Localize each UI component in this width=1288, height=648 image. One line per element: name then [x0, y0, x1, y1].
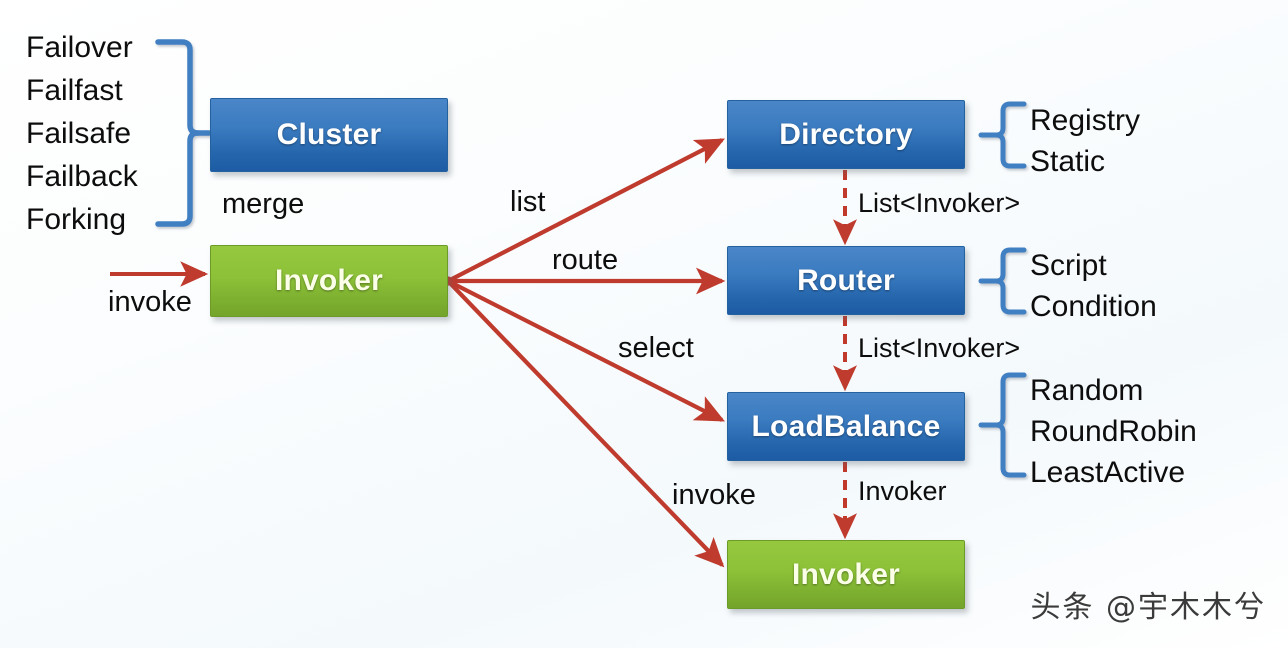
router-impl-item: Script: [1030, 249, 1107, 282]
directory-impl-item: Static: [1030, 145, 1106, 178]
node-cluster-label: Cluster: [276, 118, 382, 151]
edge-label-invoke-in: invoke: [108, 286, 192, 318]
edge-label-invoker-result: Invoker: [858, 476, 947, 506]
node-directory-label: Directory: [779, 117, 913, 151]
cluster-strategy-item: Failover: [26, 31, 133, 64]
left-brace-icon: [155, 39, 212, 227]
watermark: 头条 @宇木木兮: [1030, 590, 1266, 625]
router-impl-item: Condition: [1030, 290, 1157, 323]
node-router-label: Router: [797, 263, 895, 297]
edge-label-list-invoker-router: List<Invoker>: [858, 333, 1021, 363]
loadbalance-impl-list: Random RoundRobin LeastActive: [1030, 370, 1197, 493]
loadbalance-brace-icon: [978, 372, 1027, 478]
edge-label-select: select: [618, 332, 694, 364]
cluster-strategy-item: Failback: [26, 160, 138, 193]
router-impl-list: Script Condition: [1030, 245, 1157, 327]
node-loadbalance[interactable]: LoadBalance: [727, 392, 965, 461]
node-loadbalance-label: LoadBalance: [751, 409, 941, 443]
node-invoker-target-label: Invoker: [791, 557, 901, 591]
loadbalance-impl-item: LeastActive: [1030, 456, 1186, 489]
loadbalance-impl-item: RoundRobin: [1030, 415, 1197, 448]
edge-label-merge: merge: [222, 188, 305, 220]
node-router[interactable]: Router: [727, 246, 965, 315]
edge-label-invoke-out: invoke: [672, 479, 756, 511]
node-invoker-target[interactable]: Invoker: [727, 540, 965, 609]
loadbalance-impl-item: Random: [1030, 374, 1144, 407]
edge-label-list: list: [510, 186, 546, 218]
edge-label-list-invoker-directory: List<Invoker>: [858, 188, 1021, 218]
node-cluster[interactable]: Cluster: [210, 98, 448, 172]
edge-invoke-to-invoker2: [446, 279, 725, 568]
directory-impl-list: Registry Static: [1030, 100, 1140, 182]
directory-impl-item: Registry: [1030, 104, 1141, 137]
cluster-strategy-item: Forking: [26, 203, 127, 236]
directory-brace-icon: [978, 101, 1027, 169]
node-invoker-source-label: Invoker: [274, 264, 384, 297]
edge-label-route: route: [552, 244, 619, 276]
cluster-strategy-list: Failover Failfast Failsafe Failback Fork…: [26, 26, 138, 241]
node-invoker-source[interactable]: Invoker: [210, 245, 448, 317]
node-directory[interactable]: Directory: [727, 100, 965, 169]
cluster-strategy-item: Failfast: [26, 74, 123, 107]
diagram-canvas: Failover Failfast Failsafe Failback Fork…: [0, 0, 1288, 648]
cluster-strategy-item: Failsafe: [26, 117, 132, 150]
router-brace-icon: [978, 247, 1027, 315]
